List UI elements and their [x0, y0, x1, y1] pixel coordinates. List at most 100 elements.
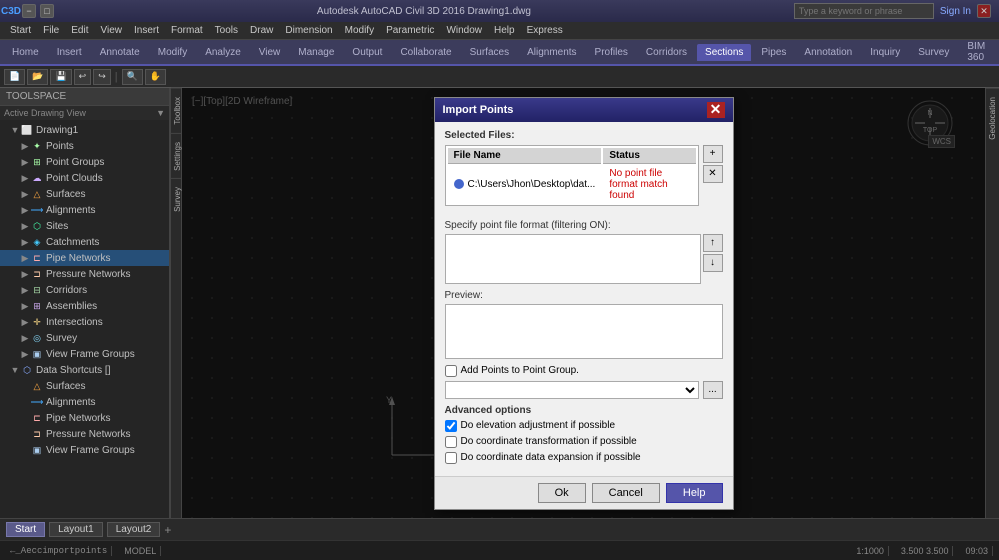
add-tab-button[interactable]: +	[164, 523, 171, 537]
vtab-survey[interactable]: Survey	[171, 178, 181, 220]
expand-sites[interactable]: ▶	[20, 221, 30, 231]
menu-file[interactable]: File	[37, 25, 65, 36]
add-to-group-checkbox[interactable]	[445, 365, 457, 377]
format-down-button[interactable]: ↓	[703, 254, 723, 272]
menu-insert[interactable]: Insert	[128, 25, 165, 36]
expand-assemblies[interactable]: ▶	[20, 301, 30, 311]
view-selector[interactable]: Active Drawing View ▼	[0, 106, 169, 120]
tree-item-surfaces2[interactable]: △ Surfaces	[0, 378, 169, 394]
tab-view[interactable]: View	[251, 44, 289, 61]
menu-window[interactable]: Window	[440, 25, 488, 36]
toolbar-redo[interactable]: ↪	[93, 69, 111, 85]
expand-alignments[interactable]: ▶	[20, 205, 30, 215]
tree-item-point-clouds[interactable]: ▶ ☁ Point Clouds	[0, 170, 169, 186]
close-button[interactable]: ✕	[977, 4, 991, 18]
expand-point-clouds[interactable]: ▶	[20, 173, 30, 183]
vtab-toolbox[interactable]: Toolbox	[171, 88, 181, 133]
cad-viewport[interactable]: [−][Top][2D Wireframe] N TOP WCS	[182, 88, 985, 518]
tab-insert[interactable]: Insert	[49, 44, 90, 61]
tab-start[interactable]: Start	[6, 522, 45, 537]
tree-item-data-shortcuts[interactable]: ▼ ⬡ Data Shortcuts []	[0, 362, 169, 378]
add-file-button[interactable]: +	[703, 145, 723, 163]
tree-item-pipe-networks[interactable]: ▶ ⊏ Pipe Networks	[0, 250, 169, 266]
tree-item-point-groups[interactable]: ▶ ⊞ Point Groups	[0, 154, 169, 170]
tab-alignments[interactable]: Alignments	[519, 44, 584, 61]
expand-corridors[interactable]: ▶	[20, 285, 30, 295]
tab-layout2[interactable]: Layout2	[107, 522, 161, 537]
expand-vfg[interactable]: ▶	[20, 349, 30, 359]
format-up-button[interactable]: ↑	[703, 234, 723, 252]
tree-item-drawing1[interactable]: ▼ ⬜ Drawing1	[0, 122, 169, 138]
menu-dimension[interactable]: Dimension	[279, 25, 338, 36]
menu-modify[interactable]: Modify	[339, 25, 380, 36]
tree-item-pressure-networks[interactable]: ▶ ⊐ Pressure Networks	[0, 266, 169, 282]
expand-point-groups[interactable]: ▶	[20, 157, 30, 167]
expand-drawing1[interactable]: ▼	[10, 125, 20, 135]
maximize-button[interactable]: □	[40, 4, 54, 18]
modal-close-button[interactable]: ✕	[707, 102, 725, 118]
toolbar-zoom[interactable]: 🔍	[122, 69, 143, 85]
tab-profiles[interactable]: Profiles	[587, 44, 636, 61]
view-dropdown-icon[interactable]: ▼	[156, 108, 165, 118]
tab-survey[interactable]: Survey	[910, 44, 957, 61]
toolbar-new[interactable]: 📄	[4, 69, 25, 85]
format-box[interactable]	[445, 234, 701, 284]
tab-output[interactable]: Output	[344, 44, 390, 61]
tree-item-alignments2[interactable]: ⟶ Alignments	[0, 394, 169, 410]
minimize-button[interactable]: −	[22, 4, 36, 18]
remove-file-button[interactable]: ✕	[703, 165, 723, 183]
tree-item-points[interactable]: ▶ ✦ Points	[0, 138, 169, 154]
tab-manage[interactable]: Manage	[290, 44, 342, 61]
tree-item-assemblies[interactable]: ▶ ⊞ Assemblies	[0, 298, 169, 314]
tab-home[interactable]: Home	[4, 44, 47, 61]
sign-in-button[interactable]: Sign In	[940, 6, 971, 17]
model-label[interactable]: MODEL	[120, 546, 161, 556]
menu-parametric[interactable]: Parametric	[380, 25, 440, 36]
tree-item-view-frame-groups[interactable]: ▶ ▣ View Frame Groups	[0, 346, 169, 362]
tree-item-sites[interactable]: ▶ ⬡ Sites	[0, 218, 169, 234]
tree-item-view-frame-groups2[interactable]: ▣ View Frame Groups	[0, 442, 169, 458]
tab-layout1[interactable]: Layout1	[49, 522, 103, 537]
tree-item-surfaces[interactable]: ▶ △ Surfaces	[0, 186, 169, 202]
tab-annotate[interactable]: Annotate	[92, 44, 148, 61]
group-browse-button[interactable]: ...	[703, 381, 723, 399]
vtab-settings[interactable]: Settings	[171, 133, 181, 179]
tab-bim360[interactable]: BIM 360	[959, 38, 993, 66]
menu-express[interactable]: Express	[521, 25, 569, 36]
tree-item-corridors[interactable]: ▶ ⊟ Corridors	[0, 282, 169, 298]
toolbar-save[interactable]: 💾	[50, 69, 71, 85]
expand-survey[interactable]: ▶	[20, 333, 30, 343]
coord-transform-checkbox[interactable]	[445, 436, 457, 448]
tab-analyze[interactable]: Analyze	[197, 44, 249, 61]
coord-expand-checkbox[interactable]	[445, 452, 457, 464]
tree-item-intersections[interactable]: ▶ ✛ Intersections	[0, 314, 169, 330]
expand-pressure-networks[interactable]: ▶	[20, 269, 30, 279]
tab-surfaces[interactable]: Surfaces	[462, 44, 517, 61]
vtab-geolocation[interactable]: Geolocation	[986, 88, 999, 148]
expand-catchments[interactable]: ▶	[20, 237, 30, 247]
expand-intersections[interactable]: ▶	[20, 317, 30, 327]
tree-item-alignments[interactable]: ▶ ⟶ Alignments	[0, 202, 169, 218]
elevation-checkbox[interactable]	[445, 420, 457, 432]
tab-corridors[interactable]: Corridors	[638, 44, 695, 61]
tab-collaborate[interactable]: Collaborate	[392, 44, 459, 61]
expand-data-shortcuts[interactable]: ▼	[10, 365, 20, 375]
expand-surfaces[interactable]: ▶	[20, 189, 30, 199]
tab-annotation[interactable]: Annotation	[796, 44, 860, 61]
tab-pipes[interactable]: Pipes	[753, 44, 794, 61]
toolbar-undo[interactable]: ↩	[74, 69, 92, 85]
ok-button[interactable]: Ok	[538, 483, 586, 503]
tab-sections[interactable]: Sections	[697, 44, 751, 61]
expand-points[interactable]: ▶	[20, 141, 30, 151]
tab-performance[interactable]: Performance	[995, 44, 999, 61]
cancel-button[interactable]: Cancel	[592, 483, 660, 503]
menu-tools[interactable]: Tools	[209, 25, 244, 36]
tree-item-pipe-networks2[interactable]: ⊏ Pipe Networks	[0, 410, 169, 426]
tab-inquiry[interactable]: Inquiry	[862, 44, 908, 61]
tree-item-pressure-networks2[interactable]: ⊐ Pressure Networks	[0, 426, 169, 442]
menu-format[interactable]: Format	[165, 25, 209, 36]
menu-start[interactable]: Start	[4, 25, 37, 36]
menu-view[interactable]: View	[94, 25, 128, 36]
group-select[interactable]	[445, 381, 699, 399]
expand-pipe-networks[interactable]: ▶	[20, 253, 30, 263]
